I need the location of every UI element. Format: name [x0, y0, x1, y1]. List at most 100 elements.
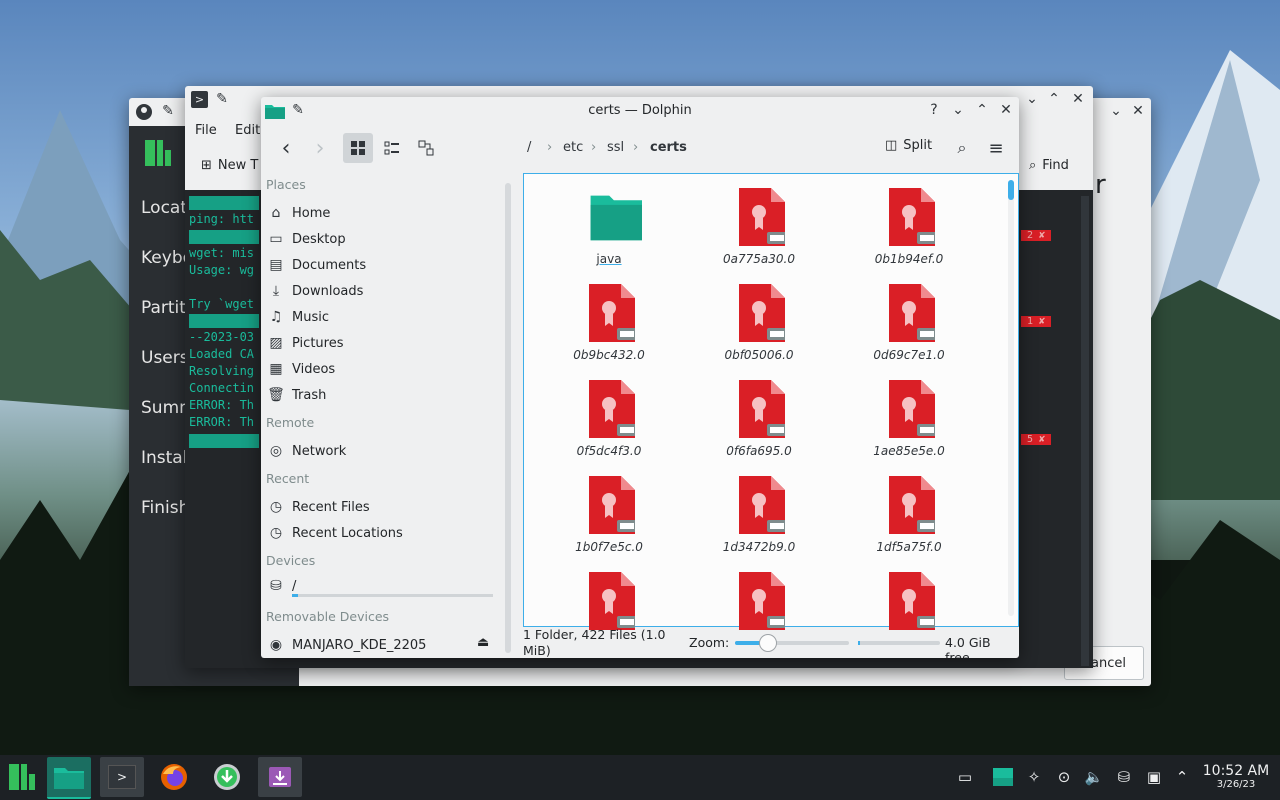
file-view[interactable]: java 0a775a30.0 0b1b94ef.0 0b9bc432.0 0bf050…: [523, 173, 1019, 630]
clock-date: 3/26/23: [1216, 779, 1256, 790]
certificate-file-icon: [739, 380, 785, 438]
details-view-button[interactable]: [411, 133, 441, 163]
tray-expand-icon[interactable]: ⌃: [1170, 765, 1194, 789]
place-documents[interactable]: ▤ Documents: [266, 253, 494, 277]
compact-view-icon: [384, 141, 399, 155]
window-title: certs — Dolphin: [588, 103, 692, 118]
breadcrumb-separator-icon: ›: [591, 140, 597, 155]
task-terminal[interactable]: >: [100, 757, 144, 797]
terminal-line: --2023-03: [189, 330, 255, 344]
usb-device-icon[interactable]: ⛁: [1112, 765, 1136, 789]
status-text: 1 Folder, 422 Files (1.0 MiB): [523, 627, 666, 658]
devices-section-heading: Devices: [266, 553, 316, 568]
digital-clock[interactable]: 10:52 AM 3/26/23: [1200, 763, 1272, 791]
maximize-button[interactable]: ⌃: [971, 97, 993, 123]
home-icon: ⌂: [271, 205, 281, 221]
breadcrumb-root[interactable]: /: [527, 140, 531, 155]
update-notifier-icon[interactable]: ⊙: [1052, 765, 1076, 789]
dolphin-window[interactable]: ✎ certs — Dolphin ? ⌄ ⌃ ✕ ‹ › / › etc › …: [261, 97, 1019, 658]
back-button[interactable]: ‹: [271, 133, 301, 163]
menu-edit[interactable]: Edit: [235, 123, 260, 138]
file-item[interactable]: 0b1b94ef.0: [844, 178, 974, 274]
device-usage-bar: [292, 594, 493, 597]
menu-button[interactable]: ≡: [981, 133, 1011, 163]
prompt-segment: [189, 434, 259, 448]
place-recent-locations[interactable]: ◷ Recent Locations: [266, 521, 494, 545]
split-button[interactable]: ◫ Split: [885, 138, 932, 153]
device-manjaro-kde[interactable]: ◉ MANJARO_KDE_2205: [266, 633, 494, 657]
file-item[interactable]: 0b9bc432.0: [544, 274, 674, 370]
new-tab-button[interactable]: ⊞ New T: [201, 158, 258, 173]
volume-icon[interactable]: 🔈: [1082, 765, 1106, 789]
zoom-slider[interactable]: [735, 634, 849, 652]
taskbar: > ▭ ✧ ⊙ 🔈 ⛁ ▣ ⌃ 10:52 AM 3/26/23: [0, 755, 1280, 800]
place-pictures[interactable]: ▨ Pictures: [266, 331, 494, 355]
place-network[interactable]: ◎ Network: [266, 439, 494, 463]
help-button[interactable]: ?: [923, 97, 945, 123]
file-item[interactable]: 1df5a75f.0: [844, 466, 974, 562]
place-trash[interactable]: 🗑 Trash: [266, 383, 494, 407]
forward-button[interactable]: ›: [305, 133, 335, 163]
close-button[interactable]: ✕: [1127, 98, 1149, 124]
task-installer[interactable]: [258, 757, 302, 797]
terminal-line: Try `wget: [189, 297, 255, 311]
file-view-scrollbar-thumb[interactable]: [1008, 180, 1014, 200]
show-desktop-icon[interactable]: ▭: [953, 765, 977, 789]
zoom-slider-handle[interactable]: [759, 634, 777, 652]
breadcrumb-certs[interactable]: certs: [650, 140, 687, 155]
place-videos[interactable]: ▦ Videos: [266, 357, 494, 381]
close-button[interactable]: ✕: [1067, 86, 1089, 112]
file-name-label: 1df5a75f.0: [876, 540, 942, 554]
terminal-icon: >: [108, 765, 136, 789]
pin-icon[interactable]: ✎: [211, 86, 233, 112]
breadcrumb-etc[interactable]: etc: [563, 140, 583, 155]
find-button[interactable]: ⌕ Find: [1029, 158, 1069, 173]
task-software-update[interactable]: [205, 757, 249, 797]
file-item[interactable]: 0f6fa695.0: [694, 370, 824, 466]
search-button[interactable]: ⌕: [947, 133, 977, 163]
close-button[interactable]: ✕: [995, 97, 1017, 123]
application-launcher[interactable]: [0, 757, 44, 797]
file-view-scrollbar[interactable]: [1008, 180, 1014, 616]
installer-step-partitions: Partiti: [141, 298, 191, 318]
place-downloads[interactable]: ⤓ Downloads: [266, 279, 494, 303]
places-scrollbar[interactable]: [505, 183, 511, 653]
place-music[interactable]: ♫ Music: [266, 305, 494, 329]
file-item[interactable]: 1ae85e5e.0: [844, 370, 974, 466]
task-dolphin[interactable]: [47, 757, 91, 799]
pin-icon[interactable]: ✎: [157, 98, 179, 124]
file-item[interactable]: 0f5dc4f3.0: [544, 370, 674, 466]
file-item[interactable]: 0bf05006.0: [694, 274, 824, 370]
compact-view-button[interactable]: [377, 133, 407, 163]
minimize-button[interactable]: ⌄: [947, 97, 969, 123]
downloads-icon: ⤓: [272, 283, 280, 299]
minimize-button[interactable]: ⌄: [1021, 86, 1043, 112]
kde-connect-icon[interactable]: ✧: [1022, 765, 1046, 789]
task-firefox[interactable]: [152, 757, 196, 797]
terminal-line: Usage: wg: [189, 263, 255, 277]
prompt-segment: [189, 196, 259, 210]
folder-item[interactable]: java: [544, 178, 674, 274]
file-item[interactable]: 1b0f7e5c.0: [544, 466, 674, 562]
place-home[interactable]: ⌂ Home: [266, 201, 494, 225]
file-item[interactable]: 0d69c7e1.0: [844, 274, 974, 370]
minimize-button[interactable]: ⌄: [1105, 98, 1127, 124]
file-item[interactable]: 0a775a30.0: [694, 178, 824, 274]
optical-disc-icon: ◉: [269, 637, 283, 653]
eject-icon[interactable]: ⏏: [477, 635, 489, 650]
place-desktop[interactable]: ▭ Desktop: [266, 227, 494, 251]
terminal-scrollbar[interactable]: [1081, 196, 1089, 666]
folder-tray-icon[interactable]: [991, 765, 1015, 789]
dolphin-toolbar: ‹ › / › etc › ssl › certs ◫ Split ⌕ ≡: [261, 127, 1019, 169]
removable-section-heading: Removable Devices: [266, 609, 390, 624]
icons-view-button[interactable]: [343, 133, 373, 163]
menu-file[interactable]: File: [195, 123, 217, 138]
network-tray-icon[interactable]: ▣: [1142, 765, 1166, 789]
maximize-button[interactable]: ⌃: [1043, 86, 1065, 112]
file-item[interactable]: 1d3472b9.0: [694, 466, 824, 562]
error-badge: 5 ✘: [1021, 434, 1052, 445]
file-name-label: 0d69c7e1.0: [873, 348, 945, 362]
dolphin-titlebar[interactable]: ✎ certs — Dolphin ? ⌄ ⌃ ✕: [261, 97, 1019, 125]
breadcrumb-ssl[interactable]: ssl: [607, 140, 624, 155]
place-recent-files[interactable]: ◷ Recent Files: [266, 495, 494, 519]
